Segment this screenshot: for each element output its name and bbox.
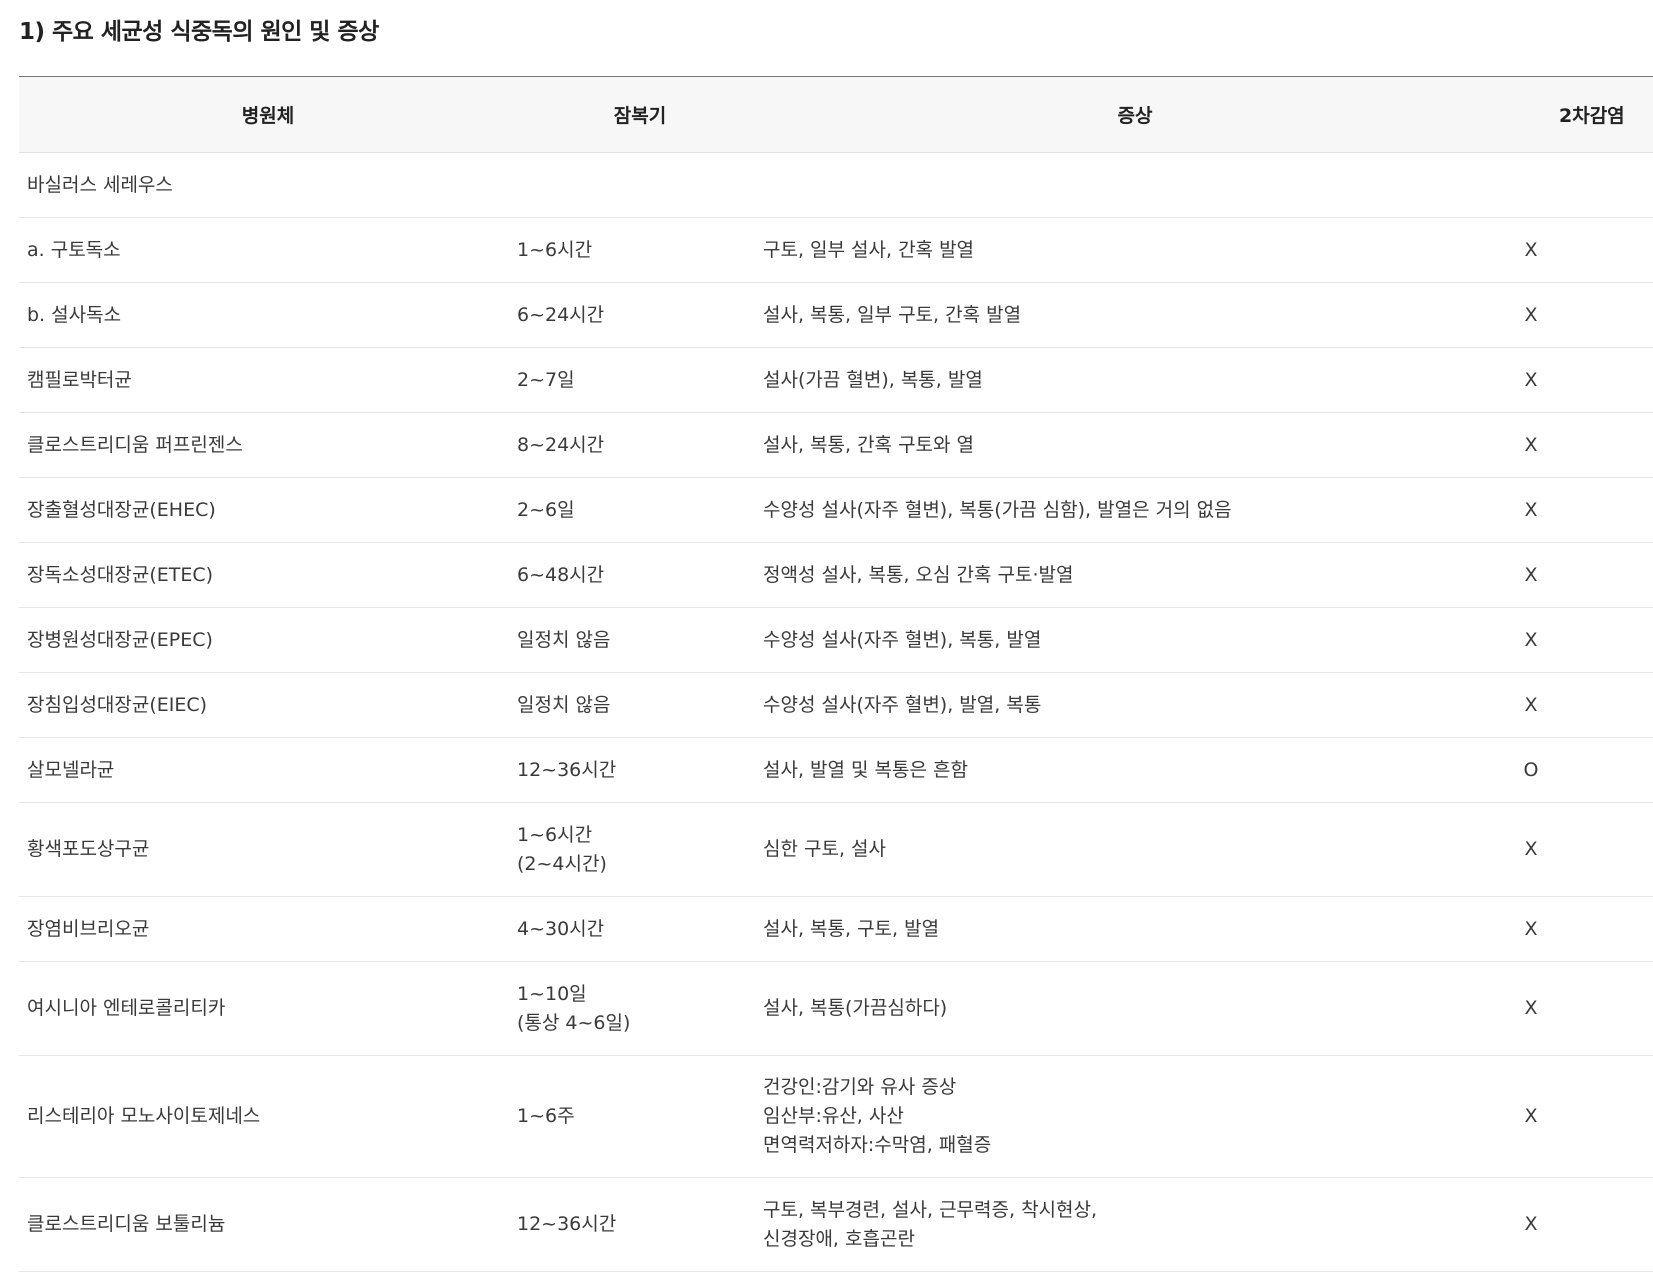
group-label: 바실러스 세레우스 (19, 152, 1653, 218)
symptoms-cell: 설사, 복통(가끔심하다) (763, 961, 1507, 1056)
pathogen-cell: 장출혈성대장균(EHEC) (19, 477, 517, 543)
secondary-infection-cell: X (1507, 896, 1653, 962)
pathogen-cell: 장독소성대장균(ETEC) (19, 542, 517, 608)
symptoms-cell: 구토, 복부경련, 설사, 근무력증, 착시현상, 신경장애, 호흡곤란 (763, 1177, 1507, 1272)
symptoms-cell: 수양성 설사(자주 혈변), 발열, 복통 (763, 672, 1507, 738)
secondary-infection-cell: X (1507, 1055, 1653, 1178)
table-row: 장염비브리오균 4~30시간 설사, 복통, 구토, 발열 X (19, 896, 1653, 962)
secondary-infection-cell: X (1507, 347, 1653, 413)
pathogen-cell: 캠필로박터균 (19, 347, 517, 413)
incubation-cell: 6~48시간 (517, 542, 763, 608)
pathogen-cell: 살모넬라균 (19, 737, 517, 803)
secondary-infection-cell: X (1507, 802, 1653, 897)
incubation-cell: 12~36시간 (517, 1177, 763, 1272)
pathogen-cell: 클로스트리디움 퍼프린젠스 (19, 412, 517, 478)
header-symptoms: 증상 (763, 76, 1507, 153)
secondary-infection-cell: X (1507, 672, 1653, 738)
food-poisoning-table: 병원체 잠복기 증상 2차감염 바실러스 세레우스 a. 구토독소 1~6시간 … (19, 76, 1653, 1272)
pathogen-cell: 리스테리아 모노사이토제네스 (19, 1055, 517, 1178)
symptoms-cell: 구토, 일부 설사, 간혹 발열 (763, 217, 1507, 283)
symptoms-cell: 설사, 복통, 간혹 구토와 열 (763, 412, 1507, 478)
secondary-infection-cell: X (1507, 477, 1653, 543)
group-row: 바실러스 세레우스 (19, 152, 1653, 218)
table-row: a. 구토독소 1~6시간 구토, 일부 설사, 간혹 발열 X (19, 217, 1653, 283)
secondary-infection-cell: X (1507, 282, 1653, 348)
symptoms-cell: 심한 구토, 설사 (763, 802, 1507, 897)
symptoms-cell: 정액성 설사, 복통, 오심 간혹 구토·발열 (763, 542, 1507, 608)
table-row: 장병원성대장균(EPEC) 일정치 않음 수양성 설사(자주 혈변), 복통, … (19, 607, 1653, 673)
secondary-infection-cell: X (1507, 961, 1653, 1056)
incubation-cell: 8~24시간 (517, 412, 763, 478)
symptoms-cell: 수양성 설사(자주 혈변), 복통(가끔 심함), 발열은 거의 없음 (763, 477, 1507, 543)
table-row: 살모넬라균 12~36시간 설사, 발열 및 복통은 흔함 O (19, 737, 1653, 803)
secondary-infection-cell: X (1507, 607, 1653, 673)
pathogen-cell: 장침입성대장균(EIEC) (19, 672, 517, 738)
table-row: 캠필로박터균 2~7일 설사(가끔 혈변), 복통, 발열 X (19, 347, 1653, 413)
table-row: 클로스트리디움 보툴리늄 12~36시간 구토, 복부경련, 설사, 근무력증,… (19, 1177, 1653, 1272)
header-row: 병원체 잠복기 증상 2차감염 (19, 76, 1653, 153)
section-title: 1) 주요 세균성 식중독의 원인 및 증상 (19, 19, 379, 45)
table-row: 여시니아 엔테로콜리티카 1~10일 (통상 4~6일) 설사, 복통(가끔심하다… (19, 961, 1653, 1056)
incubation-cell: 2~6일 (517, 477, 763, 543)
incubation-cell: 1~6주 (517, 1055, 763, 1178)
symptoms-cell: 설사, 발열 및 복통은 흔함 (763, 737, 1507, 803)
pathogen-cell: 장염비브리오균 (19, 896, 517, 962)
incubation-cell: 1~10일 (통상 4~6일) (517, 961, 763, 1056)
header-incubation: 잠복기 (517, 76, 763, 153)
secondary-infection-cell: X (1507, 1177, 1653, 1272)
table-row: 리스테리아 모노사이토제네스 1~6주 건강인:감기와 유사 증상 임산부:유산,… (19, 1055, 1653, 1178)
table-row: 클로스트리디움 퍼프린젠스 8~24시간 설사, 복통, 간혹 구토와 열 X (19, 412, 1653, 478)
symptoms-cell: 설사, 복통, 일부 구토, 간혹 발열 (763, 282, 1507, 348)
incubation-cell: 4~30시간 (517, 896, 763, 962)
table-row: b. 설사독소 6~24시간 설사, 복통, 일부 구토, 간혹 발열 X (19, 282, 1653, 348)
secondary-infection-cell: X (1507, 412, 1653, 478)
table-row: 장출혈성대장균(EHEC) 2~6일 수양성 설사(자주 혈변), 복통(가끔 … (19, 477, 1653, 543)
secondary-infection-cell: O (1507, 737, 1653, 803)
symptoms-cell: 수양성 설사(자주 혈변), 복통, 발열 (763, 607, 1507, 673)
incubation-cell: 1~6시간 (2~4시간) (517, 802, 763, 897)
pathogen-cell: 여시니아 엔테로콜리티카 (19, 961, 517, 1056)
incubation-cell: 6~24시간 (517, 282, 763, 348)
symptoms-cell: 건강인:감기와 유사 증상 임산부:유산, 사산 면역력저하자:수막염, 패혈증 (763, 1055, 1507, 1178)
pathogen-cell: 황색포도상구균 (19, 802, 517, 897)
table-row: 장독소성대장균(ETEC) 6~48시간 정액성 설사, 복통, 오심 간혹 구… (19, 542, 1653, 608)
pathogen-cell: b. 설사독소 (19, 282, 517, 348)
symptoms-cell: 설사, 복통, 구토, 발열 (763, 896, 1507, 962)
symptoms-cell: 설사(가끔 혈변), 복통, 발열 (763, 347, 1507, 413)
incubation-cell: 일정치 않음 (517, 672, 763, 738)
incubation-cell: 1~6시간 (517, 217, 763, 283)
incubation-cell: 2~7일 (517, 347, 763, 413)
table-header: 병원체 잠복기 증상 2차감염 (19, 76, 1653, 153)
pathogen-cell: 장병원성대장균(EPEC) (19, 607, 517, 673)
pathogen-cell: a. 구토독소 (19, 217, 517, 283)
pathogen-cell: 클로스트리디움 보툴리늄 (19, 1177, 517, 1272)
table-row: 장침입성대장균(EIEC) 일정치 않음 수양성 설사(자주 혈변), 발열, … (19, 672, 1653, 738)
table-body: 바실러스 세레우스 a. 구토독소 1~6시간 구토, 일부 설사, 간혹 발열… (19, 152, 1653, 1272)
secondary-infection-cell: X (1507, 217, 1653, 283)
header-secondary-infection: 2차감염 (1507, 76, 1653, 153)
secondary-infection-cell: X (1507, 542, 1653, 608)
incubation-cell: 12~36시간 (517, 737, 763, 803)
table-row: 황색포도상구균 1~6시간 (2~4시간) 심한 구토, 설사 X (19, 802, 1653, 897)
incubation-cell: 일정치 않음 (517, 607, 763, 673)
header-pathogen: 병원체 (19, 76, 517, 153)
